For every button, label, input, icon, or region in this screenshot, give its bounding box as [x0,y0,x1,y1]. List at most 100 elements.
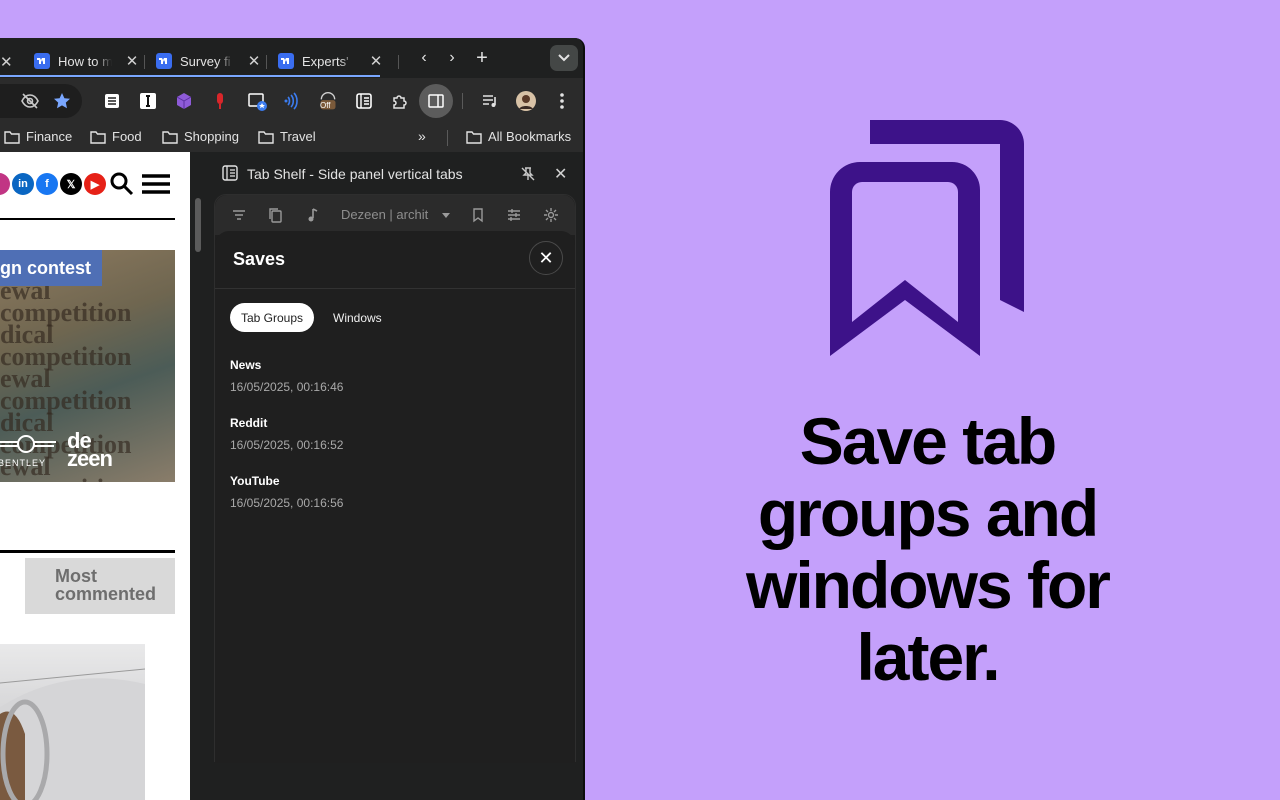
tab-close-icon[interactable]: ✕ [368,52,384,70]
tab-windows[interactable]: Windows [322,303,393,332]
page-scrollbar[interactable] [195,198,201,252]
bookmarks-bar: Finance Food Shopping Travel » All Bookm… [0,124,583,152]
contest-badge: gn contest [0,250,102,286]
close-side-panel-icon[interactable]: ✕ [554,164,567,184]
site-favicon-icon [34,53,50,69]
bentley-wordmark: BENTLEY [0,458,47,468]
article-thumbnail[interactable] [0,644,145,800]
tab-divider [144,55,145,69]
tab-title: How to m [58,53,112,69]
tab-shelf-icon [222,165,238,186]
save-date: 16/05/2025, 00:16:52 [230,438,344,452]
chevron-left-icon[interactable]: ‹ [412,48,436,68]
linkedin-icon[interactable]: in [12,173,34,195]
off-label: Off [320,101,331,110]
site-favicon-icon [156,53,172,69]
chevron-right-icon[interactable]: › [440,48,464,68]
tab-divider [266,55,267,69]
panel-toolbar: Dezeen | archit [215,195,575,235]
tab-close-icon[interactable]: ✕ [246,52,262,70]
new-tab-icon[interactable]: + [470,47,494,69]
close-icon[interactable]: ✕ [0,53,13,71]
reader-view-icon[interactable] [353,90,375,112]
folder-icon [4,130,20,144]
off-toggle-icon[interactable]: Off [316,90,340,112]
tab[interactable]: How to m ✕ [34,46,140,76]
all-bookmarks-button[interactable]: All Bookmarks [466,129,571,144]
unpin-icon[interactable] [520,166,536,187]
save-date: 16/05/2025, 00:16:46 [230,380,344,394]
youtube-icon[interactable]: ▶ [84,173,106,195]
bookmark-folder-travel[interactable]: Travel [258,129,316,144]
reader-extension-icon[interactable] [101,90,123,112]
active-tab-indicator [0,75,380,77]
filter-icon[interactable] [229,205,249,225]
tab-divider [398,55,399,69]
copy-icon[interactable] [265,205,285,225]
tab-shelf-extension-icon[interactable] [246,90,268,112]
gear-icon[interactable] [541,205,561,225]
playlist-icon[interactable] [479,90,501,112]
instapaper-icon[interactable] [137,90,159,112]
chevron-down-icon [558,54,570,62]
facebook-icon[interactable]: f [36,173,58,195]
tab[interactable]: Experts' ✕ [278,46,384,76]
bookmark-label: Finance [26,129,73,144]
hero-image[interactable]: ewal competition dical competition ewal … [0,250,175,482]
saves-header: Saves ✕ [215,231,575,289]
bookmark-folder-food[interactable]: Food [90,129,142,144]
save-name: News [230,358,262,372]
tab-title: Survey fi [180,53,231,69]
tab-strip: ✕ How to m ✕ Survey fi ✕ Experts' ✕ ‹ › … [0,38,583,78]
close-icon[interactable]: ✕ [529,241,563,275]
folder-icon [90,130,106,144]
tab-close-icon[interactable]: ✕ [124,52,140,70]
browser-window: ✕ How to m ✕ Survey fi ✕ Experts' ✕ ‹ › … [0,38,585,800]
bentley-logo-icon [0,435,56,453]
bookmark-label: Food [112,129,142,144]
window-select[interactable]: Dezeen | archit [341,207,450,222]
x-icon[interactable]: 𝕏 [60,173,82,195]
side-panel-title: Tab Shelf - Side panel vertical tabs [247,166,463,182]
eye-off-icon[interactable] [19,90,41,112]
chevron-double-right-icon[interactable]: » [418,128,426,144]
headline-line: windows for [746,548,1111,622]
cube-icon[interactable] [173,90,195,112]
star-icon[interactable] [51,90,73,112]
music-note-icon[interactable] [303,205,323,225]
tab[interactable]: Survey fi ✕ [156,46,262,76]
divider [0,218,175,220]
toolbar-divider [462,93,463,109]
wifi-signal-icon[interactable] [281,90,303,112]
bookmark-icon[interactable] [468,205,488,225]
saves-title: Saves [233,249,286,269]
sliders-icon[interactable] [504,205,524,225]
bookmark-folder-finance[interactable]: Finance [4,129,72,144]
hamburger-menu-icon[interactable] [142,174,170,199]
site-favicon-icon [278,53,294,69]
save-name: Reddit [230,416,268,430]
save-date: 16/05/2025, 00:16:56 [230,496,344,510]
window-select-value: Dezeen | archit [341,207,429,222]
instagram-icon[interactable] [0,173,10,195]
headline: Save tab groups and windows for later. [700,405,1155,693]
side-panel-icon[interactable] [419,84,453,118]
web-page: in f 𝕏 ▶ ewal competition dical competit… [0,152,190,800]
microphone-icon[interactable] [209,90,231,112]
more-menu-icon[interactable] [551,90,573,112]
search-icon[interactable] [110,172,134,201]
browser-toolbar: Off [0,78,583,124]
bookmark-label: Shopping [184,129,239,144]
puzzle-icon[interactable] [389,90,411,112]
list-item[interactable]: Reddit 16/05/2025, 00:16:52 [230,416,550,452]
list-item[interactable]: News 16/05/2025, 00:16:46 [230,358,550,394]
folder-icon [258,130,274,144]
tab-search-button[interactable] [550,45,578,71]
avatar[interactable] [515,90,537,112]
folder-icon [162,130,178,144]
most-commented-tab[interactable]: Most commented [25,558,175,614]
save-name: YouTube [230,474,280,488]
bookmark-folder-shopping[interactable]: Shopping [162,129,239,144]
list-item[interactable]: YouTube 16/05/2025, 00:16:56 [230,474,550,510]
tab-tab-groups[interactable]: Tab Groups [230,303,315,332]
